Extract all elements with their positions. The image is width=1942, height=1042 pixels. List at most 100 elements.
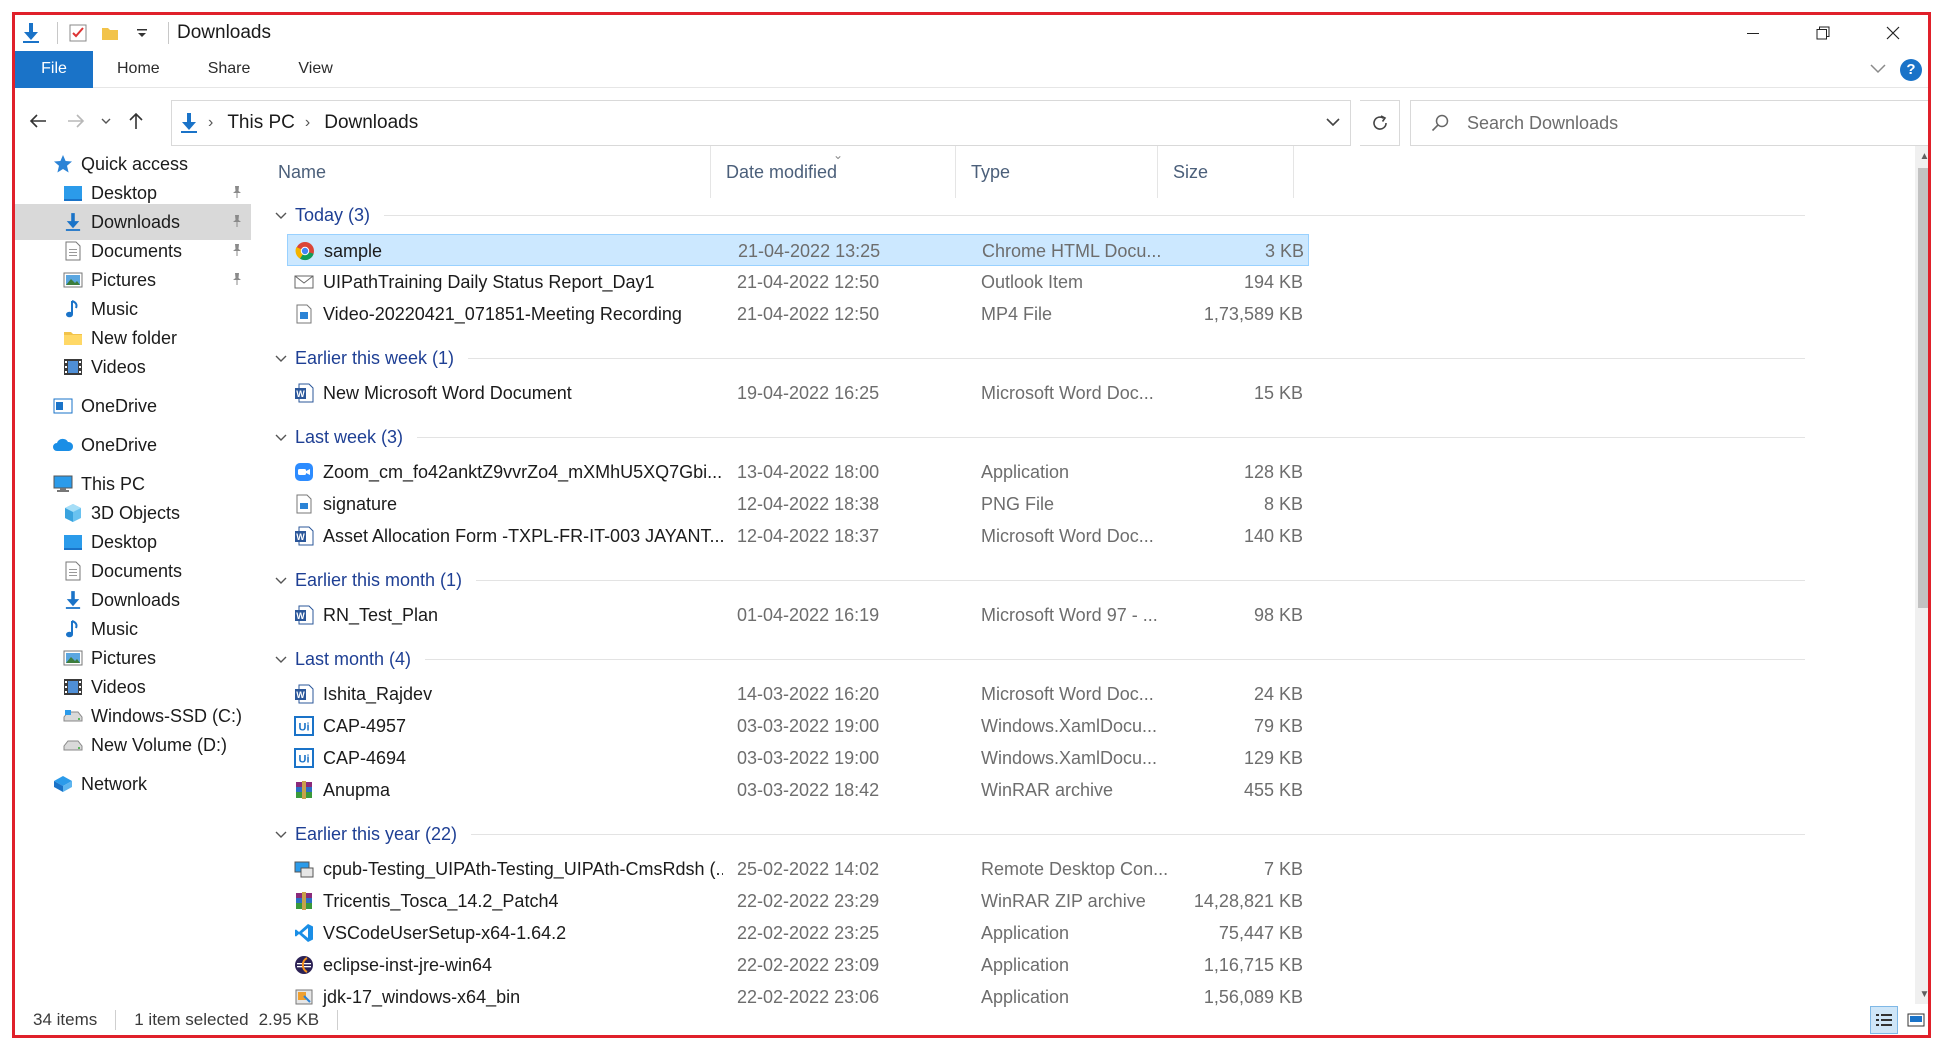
file-row[interactable]: Zoom_cm_fo42anktZ9vvrZo4_mXMhU5XQ7Gbi...… — [287, 456, 1309, 488]
sidebar-item-label: Pictures — [91, 647, 157, 668]
collapse-chevron-icon[interactable] — [275, 208, 287, 223]
group-divider — [476, 579, 1806, 581]
address-dropdown-chevron-icon[interactable] — [1326, 113, 1340, 131]
file-type: Application — [981, 954, 1070, 975]
file-row[interactable]: sample 21-04-2022 13:25 Chrome HTML Docu..… — [287, 234, 1309, 266]
group-header[interactable]: Earlier this year (22) — [275, 819, 1806, 849]
sidebar-item-label: This PC — [81, 473, 146, 494]
collapse-chevron-icon[interactable] — [275, 827, 287, 842]
item-count: 34 items — [33, 1010, 98, 1029]
column-header-type[interactable]: Type — [956, 146, 1158, 198]
tab-home[interactable]: Home — [93, 51, 184, 88]
forward-button[interactable] — [57, 102, 95, 140]
group-header[interactable]: Last week (3) — [275, 422, 1806, 452]
restore-button[interactable] — [1788, 15, 1858, 51]
back-button[interactable] — [19, 102, 57, 140]
sidebar-item-new-volume-d[interactable]: New Volume (D:) — [15, 727, 251, 763]
breadcrumb-downloads[interactable]: Downloads — [324, 112, 418, 134]
collapse-chevron-icon[interactable] — [275, 652, 287, 667]
address-bar[interactable]: › This PC › Downloads — [171, 100, 1351, 146]
file-row[interactable]: Ui CAP-4694 03-03-2022 19:00 Windows.XamlDo… — [287, 742, 1309, 774]
file-row[interactable]: Ui CAP-4957 03-03-2022 19:00 Windows.XamlDo… — [287, 710, 1309, 742]
sidebar-item-label: Windows-SSD (C:) — [91, 705, 243, 726]
sidebar-item-videos[interactable]: Videos — [15, 349, 251, 385]
group-header[interactable]: Last month (4) — [275, 644, 1806, 674]
file-type: Windows.XamlDocu... — [981, 715, 1158, 736]
collapse-chevron-icon[interactable] — [275, 351, 287, 366]
refresh-button[interactable] — [1360, 100, 1400, 146]
file-row[interactable]: UIPathTraining Daily Status Report_Day1 2… — [287, 266, 1309, 298]
vertical-scrollbar[interactable]: ▲ ▼ — [1915, 146, 1928, 1004]
file-date: 25-02-2022 14:02 — [737, 858, 880, 879]
search-input[interactable]: Search Downloads — [1467, 113, 1618, 134]
file-name-cell: W Ishita_Rajdev — [293, 678, 723, 710]
group-divider — [417, 436, 1806, 438]
tab-share[interactable]: Share — [184, 51, 275, 88]
file-row[interactable]: W Ishita_Rajdev 14-03-2022 16:20 Microsoft … — [287, 678, 1309, 710]
sidebar-item-label: 3D Objects — [91, 502, 181, 523]
file-date: 03-03-2022 19:00 — [737, 715, 880, 736]
collapse-chevron-icon[interactable] — [275, 430, 287, 445]
column-header-name[interactable]: Name — [263, 146, 711, 198]
group-header[interactable]: Today (3) — [275, 200, 1806, 230]
customize-toolbar-icon[interactable] — [130, 21, 154, 45]
expand-ribbon-chevron-icon[interactable] — [1870, 61, 1886, 79]
file-size: 1,73,589 KB — [1203, 303, 1303, 324]
tab-view[interactable]: View — [274, 51, 356, 88]
music-note-icon — [61, 617, 85, 641]
file-type: Windows.XamlDocu... — [981, 747, 1158, 768]
minimize-button[interactable] — [1718, 15, 1788, 51]
group-header[interactable]: Earlier this week (1) — [275, 343, 1806, 373]
file-row[interactable]: W RN_Test_Plan 01-04-2022 16:19 Microsoft W… — [287, 599, 1309, 631]
film-icon — [61, 355, 85, 379]
breadcrumb-this-pc[interactable]: This PC — [227, 112, 295, 134]
file-row[interactable]: signature 12-04-2022 18:38 PNG File 8 KB — [287, 488, 1309, 520]
vscode-icon — [293, 922, 315, 944]
title-bar: Downloads — [15, 15, 1928, 51]
search-box[interactable]: Search Downloads — [1410, 100, 1928, 146]
file-row[interactable]: W New Microsoft Word Document 19-04-2022 1… — [287, 377, 1309, 409]
group-header[interactable]: Earlier this month (1) — [275, 565, 1806, 595]
close-icon — [1886, 26, 1900, 40]
properties-icon[interactable] — [66, 21, 90, 45]
file-row[interactable]: W Asset Allocation Form -TXPL-FR-IT-003 J… — [287, 520, 1309, 552]
scroll-up-icon[interactable]: ▲ — [1915, 146, 1928, 166]
collapse-chevron-icon[interactable] — [275, 573, 287, 588]
file-row[interactable]: Anupma 03-03-2022 18:42 WinRAR archive 455 … — [287, 774, 1309, 806]
file-date: 22-02-2022 23:25 — [737, 922, 880, 943]
column-header-size[interactable]: Size — [1158, 146, 1294, 198]
scroll-down-icon[interactable]: ▼ — [1915, 984, 1928, 1004]
file-date: 12-04-2022 18:38 — [737, 493, 880, 514]
forward-arrow-icon — [68, 114, 85, 128]
sidebar-item-label: Quick access — [81, 153, 189, 174]
breadcrumb-chevron-icon[interactable]: › — [208, 114, 213, 132]
file-row[interactable]: Tricentis_Tosca_14.2_Patch4 22-02-2022 23… — [287, 885, 1309, 917]
breadcrumb: › This PC › Downloads — [198, 112, 418, 134]
sidebar-item-onedrive[interactable]: OneDrive — [15, 388, 251, 424]
details-view-button[interactable] — [1870, 1006, 1898, 1034]
sidebar-item-label: OneDrive — [81, 434, 158, 455]
file-name: Tricentis_Tosca_14.2_Patch4 — [323, 890, 559, 911]
sidebar-item-label: Music — [91, 618, 139, 639]
scrollbar-thumb[interactable] — [1918, 168, 1928, 608]
sidebar-item-onedrive[interactable]: OneDrive — [15, 427, 251, 463]
file-name-cell: W RN_Test_Plan — [293, 599, 723, 631]
file-row[interactable]: eclipse-inst-jre-win64 22-02-2022 23:09 Ap… — [287, 949, 1309, 981]
pin-icon — [231, 185, 243, 202]
up-button[interactable] — [117, 102, 155, 140]
file-row[interactable]: cpub-Testing_UIPAth-Testing_UIPAth-CmsRd… — [287, 853, 1309, 885]
column-header-date[interactable]: Date modified — [711, 146, 956, 198]
file-row[interactable]: Video-20220421_071851-Meeting Recording 2… — [287, 298, 1309, 330]
file-name: UIPathTraining Daily Status Report_Day1 — [323, 271, 655, 292]
large-icons-view-button[interactable] — [1902, 1006, 1928, 1034]
breadcrumb-chevron-icon[interactable]: › — [305, 114, 310, 132]
help-icon[interactable]: ? — [1900, 58, 1922, 81]
restore-icon — [1816, 26, 1830, 40]
taskbar-edge — [15, 1036, 1931, 1038]
file-row[interactable]: VSCodeUserSetup-x64-1.64.2 22-02-2022 23:… — [287, 917, 1309, 949]
close-button[interactable] — [1858, 15, 1928, 51]
tab-file[interactable]: File — [15, 50, 93, 88]
new-folder-icon[interactable] — [98, 21, 122, 45]
recent-locations-button[interactable] — [95, 102, 117, 140]
sidebar-item-network[interactable]: Network — [15, 766, 251, 802]
